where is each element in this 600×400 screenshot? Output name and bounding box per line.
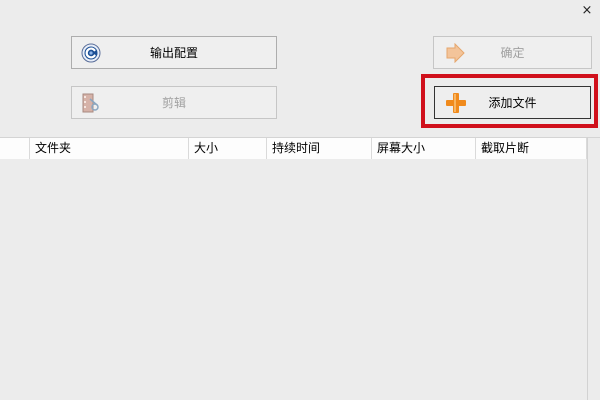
output-config-button[interactable]: 输出配置 (71, 36, 277, 69)
cut-button[interactable]: 剪辑 (71, 86, 277, 119)
film-scissors-icon (80, 92, 102, 114)
column-header-clip-segment[interactable]: 截取片断 (476, 138, 587, 159)
cut-label: 剪辑 (161, 96, 186, 110)
table-header: 文件夹 大小 持续时间 屏幕大小 截取片断 (0, 137, 600, 160)
output-config-label: 输出配置 (149, 46, 198, 60)
table-right-border (587, 137, 588, 400)
column-header-screen-size[interactable]: 屏幕大小 (372, 138, 476, 159)
column-header-duration[interactable]: 持续时间 (267, 138, 372, 159)
close-icon: × (581, 3, 593, 18)
close-button[interactable]: × (578, 2, 596, 20)
column-header-index[interactable] (0, 138, 30, 159)
arrow-right-icon (444, 42, 466, 64)
column-header-size[interactable]: 大小 (189, 138, 267, 159)
plus-icon (445, 92, 467, 114)
column-header-folder[interactable]: 文件夹 (30, 138, 189, 159)
add-file-button[interactable]: 添加文件 (434, 86, 591, 119)
confirm-button[interactable]: 确定 (433, 36, 592, 69)
gear-circle-icon (80, 42, 102, 64)
file-list[interactable] (0, 159, 600, 400)
